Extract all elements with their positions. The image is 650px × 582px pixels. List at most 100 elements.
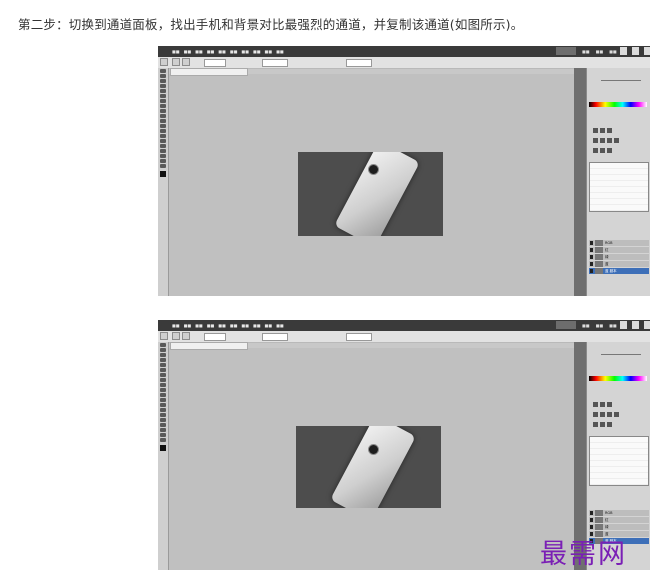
brush-tool-icon[interactable] (160, 104, 166, 108)
menu-item[interactable]: ■■ (253, 321, 261, 330)
foreground-color-swatch[interactable] (160, 171, 166, 177)
adjust-icon[interactable] (593, 128, 598, 133)
menu-item[interactable]: ■■ (207, 321, 215, 330)
channel-row[interactable]: 绿 (589, 524, 649, 530)
eye-icon[interactable] (590, 511, 593, 515)
document-tab[interactable] (170, 68, 248, 76)
restore-icon[interactable] (632, 47, 639, 55)
adjust-icon[interactable] (600, 412, 605, 417)
document-tab[interactable] (170, 342, 248, 350)
adjust-icon[interactable] (600, 128, 605, 133)
zoom-tool-icon[interactable] (160, 438, 166, 442)
channel-row[interactable]: 红 (589, 517, 649, 523)
opacity-slider[interactable] (601, 354, 641, 355)
hand-tool-icon[interactable] (160, 433, 166, 437)
new-selection-icon[interactable] (172, 58, 180, 66)
menu-item[interactable]: ■■ (218, 47, 226, 56)
stamp-tool-icon[interactable] (160, 383, 166, 387)
workspace-tab[interactable]: ■■ (609, 47, 617, 56)
restore-icon[interactable] (632, 321, 639, 329)
menu-item[interactable]: ■■ (276, 47, 284, 56)
eye-icon[interactable] (590, 241, 593, 245)
preset-item[interactable] (590, 205, 648, 211)
minimize-icon[interactable] (620, 321, 627, 329)
menu-item[interactable]: ■■ (241, 321, 249, 330)
zoom-tool-icon[interactable] (160, 164, 166, 168)
brush-tool-icon[interactable] (160, 378, 166, 382)
close-icon[interactable] (644, 321, 650, 329)
menu-item[interactable]: ■■ (253, 47, 261, 56)
blur-tool-icon[interactable] (160, 403, 166, 407)
menu-item[interactable]: ■■ (172, 47, 180, 56)
pen-tool-icon[interactable] (160, 413, 166, 417)
menu-item[interactable]: ■■ (218, 321, 226, 330)
workspace-tab[interactable]: ■■ (582, 47, 590, 56)
adjust-icon[interactable] (614, 412, 619, 417)
menu-item[interactable]: ■■ (230, 47, 238, 56)
marquee-tool-icon[interactable] (160, 58, 168, 66)
menu-item[interactable]: ■■ (172, 321, 180, 330)
move-tool-icon[interactable] (160, 69, 166, 73)
close-icon[interactable] (644, 47, 650, 55)
color-spectrum[interactable] (589, 102, 647, 107)
menu-item[interactable]: ■■ (184, 321, 192, 330)
history-brush-icon[interactable] (160, 114, 166, 118)
foreground-color-swatch[interactable] (160, 445, 166, 451)
adjust-icon[interactable] (607, 148, 612, 153)
adjust-icon[interactable] (614, 138, 619, 143)
refine-edge-button[interactable] (346, 333, 372, 341)
adjust-icon[interactable] (593, 402, 598, 407)
channel-row[interactable]: RGB (589, 510, 649, 516)
menu-item[interactable]: ■■ (207, 47, 215, 56)
channel-row[interactable]: RGB (589, 240, 649, 246)
adjust-icon[interactable] (593, 422, 598, 427)
crop-tool-icon[interactable] (160, 363, 166, 367)
blur-tool-icon[interactable] (160, 129, 166, 133)
quick-select-tool-icon[interactable] (160, 84, 166, 88)
menu-item[interactable]: ■■ (265, 321, 273, 330)
opacity-slider[interactable] (601, 80, 641, 81)
shape-tool-icon[interactable] (160, 428, 166, 432)
type-tool-icon[interactable] (160, 418, 166, 422)
adjust-icon[interactable] (593, 138, 598, 143)
channel-row[interactable]: 蓝 (589, 261, 649, 267)
dodge-tool-icon[interactable] (160, 134, 166, 138)
marquee-tool-icon[interactable] (160, 332, 168, 340)
lasso-tool-icon[interactable] (160, 79, 166, 83)
preset-item[interactable] (590, 479, 648, 485)
path-select-icon[interactable] (160, 149, 166, 153)
style-select[interactable] (262, 59, 288, 67)
hand-tool-icon[interactable] (160, 159, 166, 163)
new-selection-icon[interactable] (172, 332, 180, 340)
menu-item[interactable]: ■■ (265, 47, 273, 56)
menu-item[interactable]: ■■ (195, 47, 203, 56)
eraser-tool-icon[interactable] (160, 119, 166, 123)
adjust-icon[interactable] (593, 412, 598, 417)
eyedropper-tool-icon[interactable] (160, 368, 166, 372)
menu-item[interactable]: ■■ (184, 47, 192, 56)
menu-item[interactable]: ■■ (195, 321, 203, 330)
pen-tool-icon[interactable] (160, 139, 166, 143)
workspace-tab[interactable]: ■■ (582, 321, 590, 330)
gradient-tool-icon[interactable] (160, 124, 166, 128)
adjust-icon[interactable] (607, 128, 612, 133)
menu-item[interactable]: ■■ (241, 47, 249, 56)
adjust-icon[interactable] (607, 412, 612, 417)
gradient-tool-icon[interactable] (160, 398, 166, 402)
quick-select-tool-icon[interactable] (160, 358, 166, 362)
adjust-icon[interactable] (607, 138, 612, 143)
eye-icon[interactable] (590, 248, 593, 252)
color-spectrum[interactable] (589, 376, 647, 381)
adjust-icon[interactable] (600, 138, 605, 143)
path-select-icon[interactable] (160, 423, 166, 427)
adjust-icon[interactable] (607, 402, 612, 407)
workspace-tab[interactable]: ■■ (596, 321, 604, 330)
workspace-tab[interactable]: ■■ (596, 47, 604, 56)
feather-field[interactable] (204, 59, 226, 67)
marquee-tool-icon[interactable] (160, 74, 166, 78)
stamp-tool-icon[interactable] (160, 109, 166, 113)
eyedropper-tool-icon[interactable] (160, 94, 166, 98)
eye-icon[interactable] (590, 269, 593, 273)
move-tool-icon[interactable] (160, 343, 166, 347)
shape-tool-icon[interactable] (160, 154, 166, 158)
